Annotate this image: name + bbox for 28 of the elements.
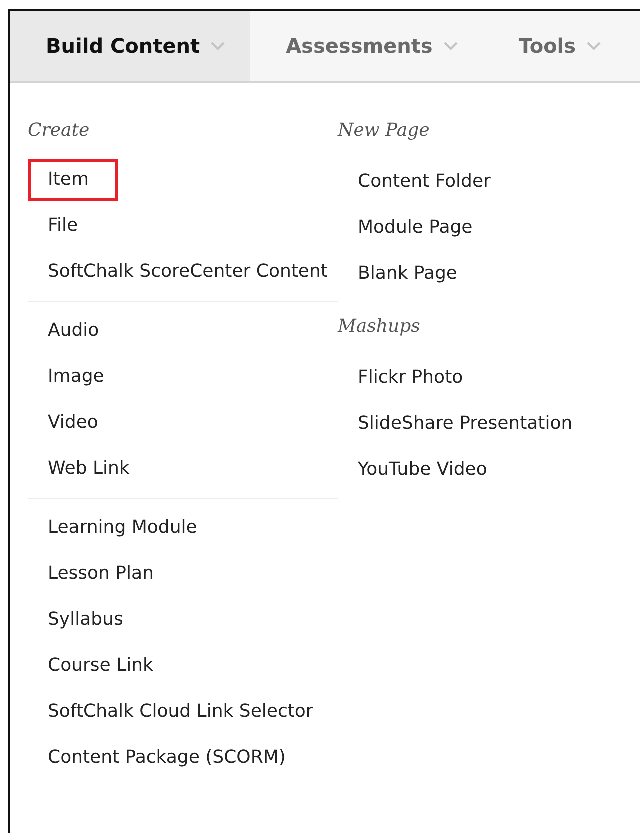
menu-item[interactable]: File xyxy=(48,203,78,249)
menu-item[interactable]: Video xyxy=(48,400,98,446)
menu-item[interactable]: Flickr Photo xyxy=(358,355,464,401)
menu-item[interactable]: SoftChalk Cloud Link Selector xyxy=(48,689,314,735)
menu-item[interactable]: Lesson Plan xyxy=(48,551,154,597)
menu-item[interactable]: Image xyxy=(48,354,104,400)
section-heading: Create xyxy=(28,119,91,143)
menu-item[interactable]: Syllabus xyxy=(48,597,124,643)
menu-item[interactable]: Audio xyxy=(48,308,100,354)
menu-item[interactable]: Blank Page xyxy=(358,251,458,297)
section-heading: Mashups xyxy=(338,315,422,339)
menu-tab[interactable]: Tools xyxy=(482,11,626,81)
chevron-down-icon xyxy=(586,41,602,51)
menu-item[interactable]: YouTube Video xyxy=(358,447,488,493)
menu-tab[interactable]: Assessments xyxy=(250,11,483,81)
menu-item[interactable]: Item xyxy=(28,159,118,201)
menu-item[interactable]: SoftChalk ScoreCenter Content xyxy=(48,249,328,295)
menu-item[interactable]: Course Link xyxy=(48,643,154,689)
section-heading: New Page xyxy=(338,119,431,143)
menu-item[interactable]: Content Package (SCORM) xyxy=(48,735,286,781)
menu-item[interactable]: SlideShare Presentation xyxy=(358,401,573,447)
chevron-down-icon xyxy=(442,41,459,51)
chevron-down-icon xyxy=(210,41,226,51)
menu-item[interactable]: Web Link xyxy=(48,446,130,492)
menu-item[interactable]: Module Page xyxy=(358,205,473,251)
menu-item[interactable]: Learning Module xyxy=(48,505,198,551)
menu-item[interactable]: Content Folder xyxy=(358,159,491,205)
menu-tab[interactable]: Build Content xyxy=(10,11,250,81)
